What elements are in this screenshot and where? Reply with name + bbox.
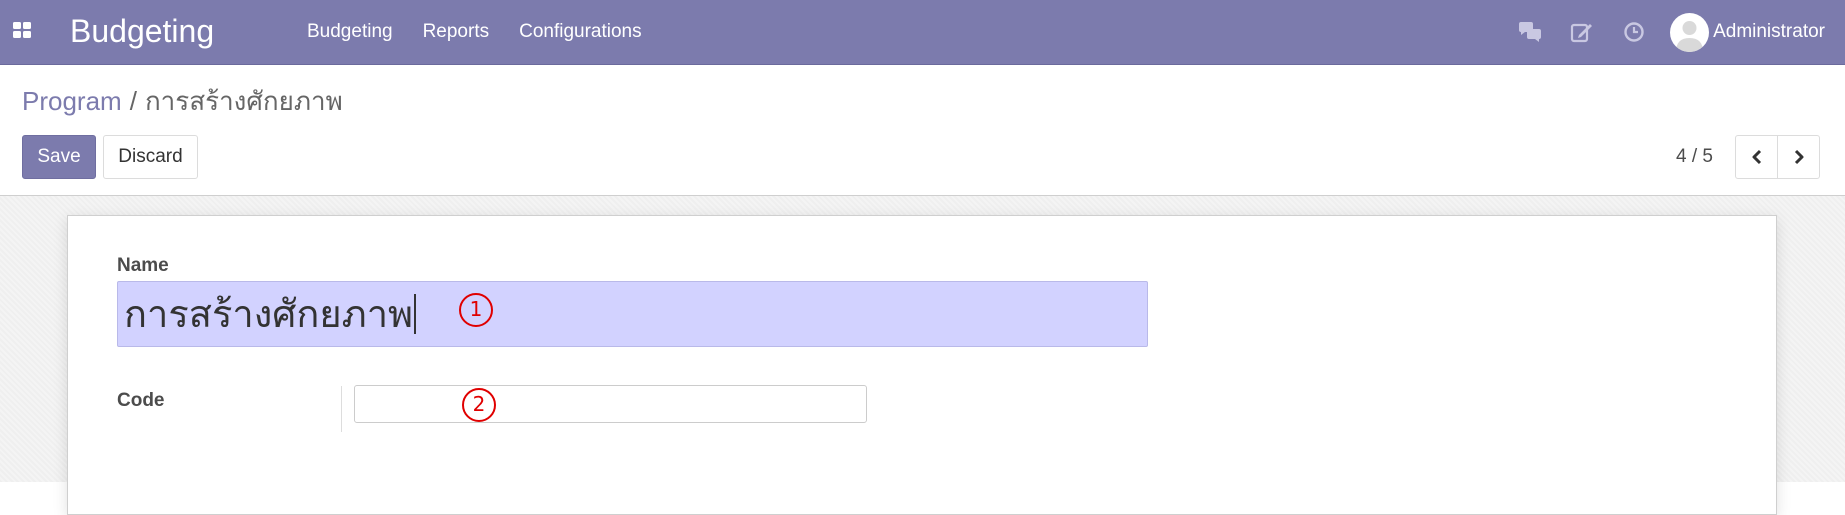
chevron-right-icon [1794, 149, 1803, 165]
pager-next-button[interactable] [1777, 135, 1820, 179]
code-input[interactable] [354, 385, 867, 423]
annotation-marker-1: 1 [459, 293, 493, 327]
code-label: Code [117, 390, 165, 411]
main-menu: Budgeting Reports Configurations [292, 0, 657, 64]
breadcrumb-current: การสร้างศักยภาพ [144, 86, 343, 116]
systray: Administrator [1504, 0, 1845, 64]
chevron-left-icon [1752, 149, 1761, 165]
menu-item-configurations[interactable]: Configurations [504, 0, 657, 64]
name-input[interactable]: การสร้างศักยภาพ [117, 281, 1148, 347]
name-label: Name [117, 255, 169, 276]
app-title: Budgeting [70, 13, 215, 49]
name-value: การสร้างศักยภาพ [124, 292, 414, 336]
pager-value[interactable]: 4 / 5 [1676, 145, 1713, 169]
breadcrumb-separator: / [129, 86, 137, 116]
annotation-marker-2: 2 [462, 388, 496, 422]
control-panel: Program / การสร้างศักยภาพ Save Discard 4 /… [0, 65, 1845, 196]
avatar [1670, 12, 1710, 52]
top-navbar: Budgeting Budgeting Reports Configuratio… [0, 0, 1845, 65]
user-name: Administrator [1713, 21, 1825, 42]
clock-icon[interactable] [1608, 0, 1660, 64]
field-divider [341, 386, 342, 432]
pager-previous-button[interactable] [1735, 135, 1778, 179]
edit-icon[interactable] [1556, 0, 1608, 64]
save-button[interactable]: Save [22, 135, 96, 179]
discard-button[interactable]: Discard [103, 135, 198, 179]
menu-item-budgeting[interactable]: Budgeting [292, 0, 408, 64]
menu-item-reports[interactable]: Reports [408, 0, 505, 64]
apps-grid-icon[interactable] [13, 22, 31, 38]
user-menu[interactable]: Administrator [1660, 0, 1845, 64]
breadcrumb-parent-link[interactable]: Program [22, 86, 122, 116]
breadcrumb: Program / การสร้างศักยภาพ [22, 85, 343, 117]
chat-icon[interactable] [1504, 0, 1556, 64]
text-caret [414, 294, 417, 334]
form-sheet: Name การสร้างศักยภาพ 1 Code 2 [67, 215, 1777, 515]
